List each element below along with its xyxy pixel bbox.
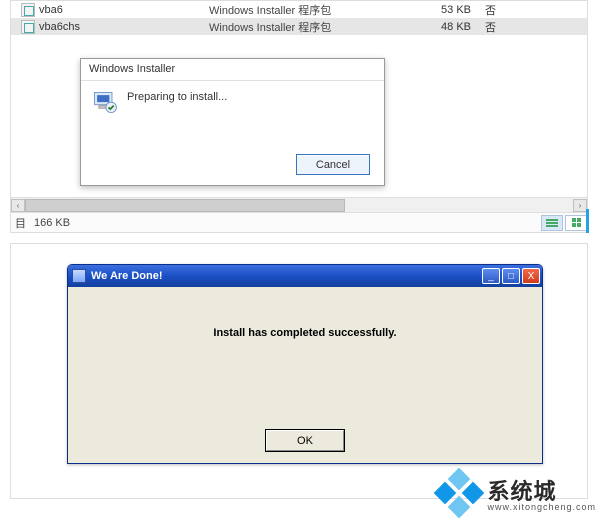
completion-dialog: We Are Done! _ □ X Install has completed… — [67, 264, 543, 464]
file-list: vba6 Windows Installer 程序包 53 KB 否 vba6c… — [11, 1, 587, 35]
installer-message: Preparing to install... — [127, 89, 227, 103]
minimize-icon: _ — [488, 271, 494, 282]
panel-edge-decoration — [586, 209, 589, 233]
table-row[interactable]: vba6chs Windows Installer 程序包 48 KB 否 — [11, 18, 587, 35]
table-row[interactable]: vba6 Windows Installer 程序包 53 KB 否 — [11, 1, 587, 18]
maximize-button[interactable]: □ — [502, 268, 520, 284]
scrollbar-thumb[interactable] — [25, 199, 345, 212]
file-attr: 否 — [479, 19, 519, 35]
file-name: vba6 — [39, 4, 209, 16]
titlebar[interactable]: We Are Done! _ □ X — [68, 265, 542, 287]
file-attr: 否 — [479, 2, 519, 18]
close-icon: X — [528, 271, 535, 282]
statusbar-selection-label: 目 — [11, 215, 32, 231]
brand-logo-icon — [437, 471, 481, 515]
installer-computer-icon — [91, 89, 119, 117]
scroll-right-button[interactable]: › — [573, 199, 587, 212]
app-icon — [72, 269, 86, 283]
status-bar: 目 166 KB — [11, 212, 587, 232]
file-type: Windows Installer 程序包 — [209, 2, 419, 18]
dialog-client-area: Install has completed successfully. OK — [68, 287, 542, 463]
grid-icon — [572, 218, 581, 227]
scrollbar-track[interactable] — [25, 199, 573, 212]
titlebar-text: We Are Done! — [91, 270, 480, 282]
msi-icon — [17, 3, 39, 17]
minimize-button[interactable]: _ — [482, 268, 500, 284]
scroll-left-button[interactable]: ‹ — [11, 199, 25, 212]
close-button[interactable]: X — [522, 268, 540, 284]
file-size: 53 KB — [419, 4, 479, 16]
msi-icon — [17, 20, 39, 34]
statusbar-size: 166 KB — [32, 217, 70, 229]
file-name: vba6chs — [39, 21, 209, 33]
dialog-title: Windows Installer — [81, 59, 384, 81]
windows-installer-dialog: Windows Installer Preparing to install..… — [80, 58, 385, 186]
brand-url: www.xitongcheng.com — [487, 502, 596, 512]
list-lines-icon — [546, 219, 558, 227]
ok-button[interactable]: OK — [266, 430, 344, 451]
maximize-icon: □ — [508, 271, 514, 282]
view-details-button[interactable] — [541, 215, 563, 231]
horizontal-scrollbar[interactable]: ‹ › — [11, 197, 587, 212]
cancel-button[interactable]: Cancel — [296, 154, 370, 175]
screenshot-panel-2: We Are Done! _ □ X Install has completed… — [10, 243, 588, 499]
completion-message: Install has completed successfully. — [68, 327, 542, 339]
file-type: Windows Installer 程序包 — [209, 19, 419, 35]
view-switcher — [539, 215, 587, 231]
view-tiles-button[interactable] — [565, 215, 587, 231]
dialog-body: Preparing to install... — [81, 81, 384, 125]
file-size: 48 KB — [419, 21, 479, 33]
watermark: 系统城 www.xitongcheng.com — [437, 471, 596, 515]
